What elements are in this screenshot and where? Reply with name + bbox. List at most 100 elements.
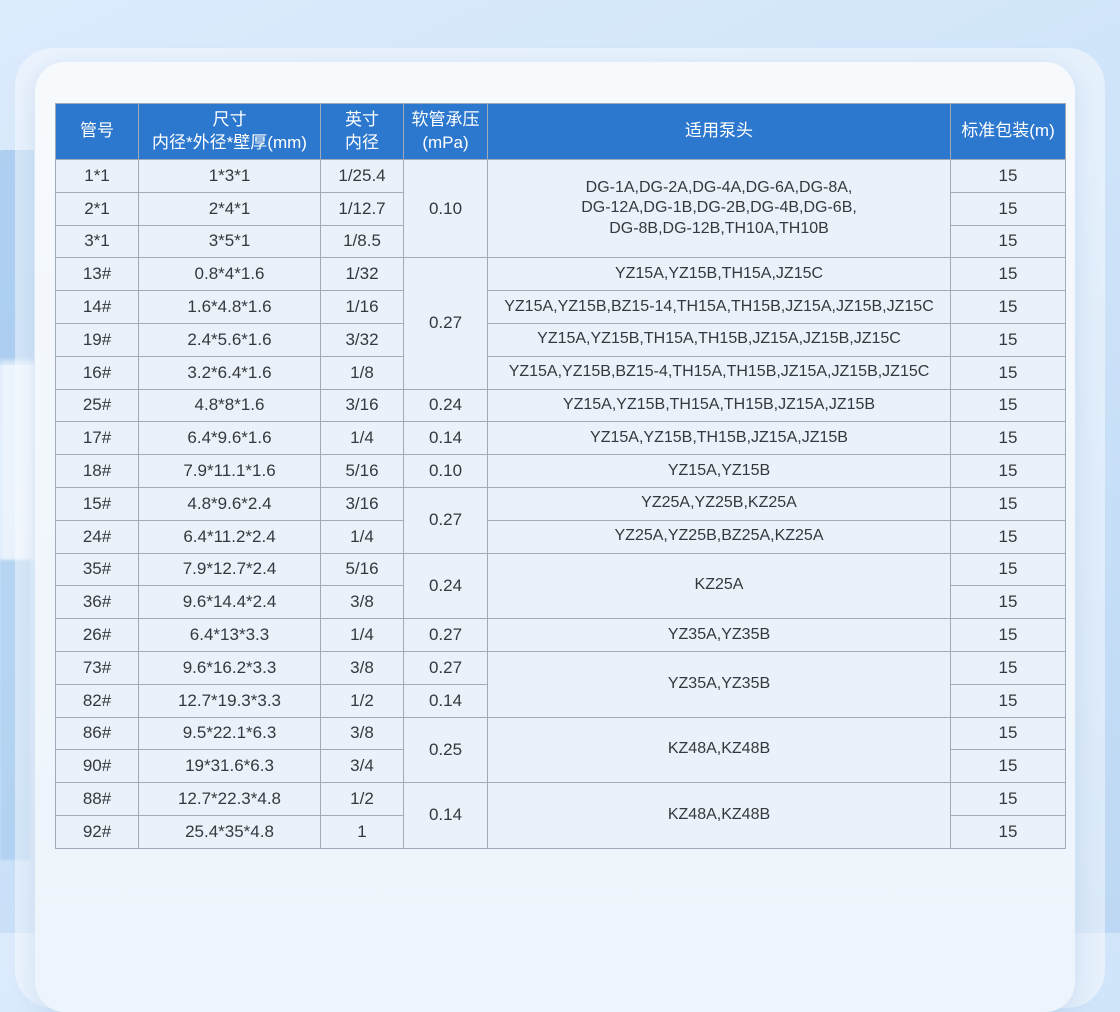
cell-tube-no: 13# [56, 258, 139, 291]
cell-inch-id: 3/16 [321, 389, 404, 422]
cell-tube-no: 3*1 [56, 225, 139, 258]
cell-size-mm: 12.7*22.3*4.8 [139, 783, 321, 816]
table-row: 16#3.2*6.4*1.61/8YZ15A,YZ15B,BZ15-4,TH15… [56, 356, 1066, 389]
cell-size-mm: 7.9*11.1*1.6 [139, 455, 321, 488]
cell-tube-no: 14# [56, 291, 139, 324]
cell-inch-id: 3/8 [321, 717, 404, 750]
cell-packaging-m: 15 [951, 684, 1066, 717]
cell-size-mm: 9.6*16.2*3.3 [139, 651, 321, 684]
cell-packaging-m: 15 [951, 455, 1066, 488]
cell-pump-heads: YZ15A,YZ15B,BZ15-4,TH15A,TH15B,JZ15A,JZ1… [488, 356, 951, 389]
table-row: 35#7.9*12.7*2.45/160.24KZ25A15 [56, 553, 1066, 586]
cell-packaging-m: 15 [951, 619, 1066, 652]
cell-inch-id: 3/8 [321, 651, 404, 684]
cell-packaging-m: 15 [951, 651, 1066, 684]
cell-pump-heads: DG-1A,DG-2A,DG-4A,DG-6A,DG-8A, DG-12A,DG… [488, 160, 951, 258]
cell-pump-heads: YZ25A,YZ25B,BZ25A,KZ25A [488, 520, 951, 553]
cell-pump-heads: KZ25A [488, 553, 951, 619]
cell-pressure-mpa: 0.24 [404, 389, 488, 422]
cell-pressure-mpa: 0.14 [404, 684, 488, 717]
cell-packaging-m: 15 [951, 586, 1066, 619]
cell-tube-no: 25# [56, 389, 139, 422]
header-cell-packaging-m: 标准包装(m) [951, 104, 1066, 160]
cell-size-mm: 6.4*9.6*1.6 [139, 422, 321, 455]
cell-pump-heads: KZ48A,KZ48B [488, 717, 951, 783]
cell-packaging-m: 15 [951, 192, 1066, 225]
table-row: 1*11*3*11/25.40.10DG-1A,DG-2A,DG-4A,DG-6… [56, 160, 1066, 193]
cell-tube-no: 88# [56, 783, 139, 816]
cell-inch-id: 1/8 [321, 356, 404, 389]
cell-packaging-m: 15 [951, 323, 1066, 356]
table-row: 24#6.4*11.2*2.41/4YZ25A,YZ25B,BZ25A,KZ25… [56, 520, 1066, 553]
cell-packaging-m: 15 [951, 487, 1066, 520]
cell-packaging-m: 15 [951, 750, 1066, 783]
cell-inch-id: 5/16 [321, 553, 404, 586]
table-row: 15#4.8*9.6*2.43/160.27YZ25A,YZ25B,KZ25A1… [56, 487, 1066, 520]
header-cell-pump-heads: 适用泵头 [488, 104, 951, 160]
cell-size-mm: 9.6*14.4*2.4 [139, 586, 321, 619]
cell-size-mm: 1*3*1 [139, 160, 321, 193]
table-row: 73#9.6*16.2*3.33/80.27YZ35A,YZ35B15 [56, 651, 1066, 684]
table-row: 13#0.8*4*1.61/320.27YZ15A,YZ15B,TH15A,JZ… [56, 258, 1066, 291]
cell-tube-no: 17# [56, 422, 139, 455]
cell-pressure-mpa: 0.10 [404, 160, 488, 258]
cell-packaging-m: 15 [951, 291, 1066, 324]
table-row: 14#1.6*4.8*1.61/16YZ15A,YZ15B,BZ15-14,TH… [56, 291, 1066, 324]
cell-tube-no: 86# [56, 717, 139, 750]
cell-size-mm: 9.5*22.1*6.3 [139, 717, 321, 750]
cell-tube-no: 16# [56, 356, 139, 389]
cell-size-mm: 12.7*19.3*3.3 [139, 684, 321, 717]
header-cell-inch-id: 英寸 内径 [321, 104, 404, 160]
cell-inch-id: 1/8.5 [321, 225, 404, 258]
cell-packaging-m: 15 [951, 553, 1066, 586]
cell-pressure-mpa: 0.25 [404, 717, 488, 783]
cell-pump-heads: YZ15A,YZ15B,TH15A,TH15B,JZ15A,JZ15B,JZ15… [488, 323, 951, 356]
cell-tube-no: 90# [56, 750, 139, 783]
table-row: 25#4.8*8*1.63/160.24YZ15A,YZ15B,TH15A,TH… [56, 389, 1066, 422]
cell-tube-no: 36# [56, 586, 139, 619]
cell-packaging-m: 15 [951, 717, 1066, 750]
cell-size-mm: 1.6*4.8*1.6 [139, 291, 321, 324]
cell-size-mm: 2.4*5.6*1.6 [139, 323, 321, 356]
hose-spec-table: 管号 尺寸 内径*外径*壁厚(mm) 英寸 内径 软管承压 (mPa) 适用泵头… [55, 103, 1066, 849]
cell-pump-heads: YZ15A,YZ15B,BZ15-14,TH15A,TH15B,JZ15A,JZ… [488, 291, 951, 324]
cell-tube-no: 35# [56, 553, 139, 586]
cell-packaging-m: 15 [951, 520, 1066, 553]
cell-inch-id: 1/4 [321, 422, 404, 455]
header-cell-tube-no: 管号 [56, 104, 139, 160]
cell-inch-id: 3/4 [321, 750, 404, 783]
cell-inch-id: 1/4 [321, 520, 404, 553]
cell-packaging-m: 15 [951, 258, 1066, 291]
cell-pressure-mpa: 0.14 [404, 422, 488, 455]
cell-inch-id: 1 [321, 815, 404, 848]
cell-inch-id: 1/32 [321, 258, 404, 291]
table-row: 86#9.5*22.1*6.33/80.25KZ48A,KZ48B15 [56, 717, 1066, 750]
cell-packaging-m: 15 [951, 422, 1066, 455]
cell-pump-heads: YZ15A,YZ15B,TH15B,JZ15A,JZ15B [488, 422, 951, 455]
cell-pump-heads: YZ15A,YZ15B [488, 455, 951, 488]
cell-pressure-mpa: 0.27 [404, 487, 488, 553]
cell-inch-id: 1/2 [321, 783, 404, 816]
cell-packaging-m: 15 [951, 160, 1066, 193]
cell-tube-no: 92# [56, 815, 139, 848]
cell-pressure-mpa: 0.24 [404, 553, 488, 619]
table-row: 18#7.9*11.1*1.65/160.10YZ15A,YZ15B15 [56, 455, 1066, 488]
cell-size-mm: 7.9*12.7*2.4 [139, 553, 321, 586]
cell-pressure-mpa: 0.27 [404, 258, 488, 389]
spec-table-head: 管号 尺寸 内径*外径*壁厚(mm) 英寸 内径 软管承压 (mPa) 适用泵头… [56, 104, 1066, 160]
header-cell-pressure-mpa: 软管承压 (mPa) [404, 104, 488, 160]
cell-size-mm: 25.4*35*4.8 [139, 815, 321, 848]
cell-pump-heads: KZ48A,KZ48B [488, 783, 951, 849]
cell-inch-id: 3/16 [321, 487, 404, 520]
cell-tube-no: 19# [56, 323, 139, 356]
cell-tube-no: 24# [56, 520, 139, 553]
cell-tube-no: 1*1 [56, 160, 139, 193]
cell-inch-id: 1/4 [321, 619, 404, 652]
cell-inch-id: 1/25.4 [321, 160, 404, 193]
cell-pump-heads: YZ15A,YZ15B,TH15A,JZ15C [488, 258, 951, 291]
table-row: 17#6.4*9.6*1.61/40.14YZ15A,YZ15B,TH15B,J… [56, 422, 1066, 455]
spec-table-body: 1*11*3*11/25.40.10DG-1A,DG-2A,DG-4A,DG-6… [56, 160, 1066, 849]
cell-inch-id: 5/16 [321, 455, 404, 488]
cell-pressure-mpa: 0.27 [404, 619, 488, 652]
cell-pump-heads: YZ25A,YZ25B,KZ25A [488, 487, 951, 520]
